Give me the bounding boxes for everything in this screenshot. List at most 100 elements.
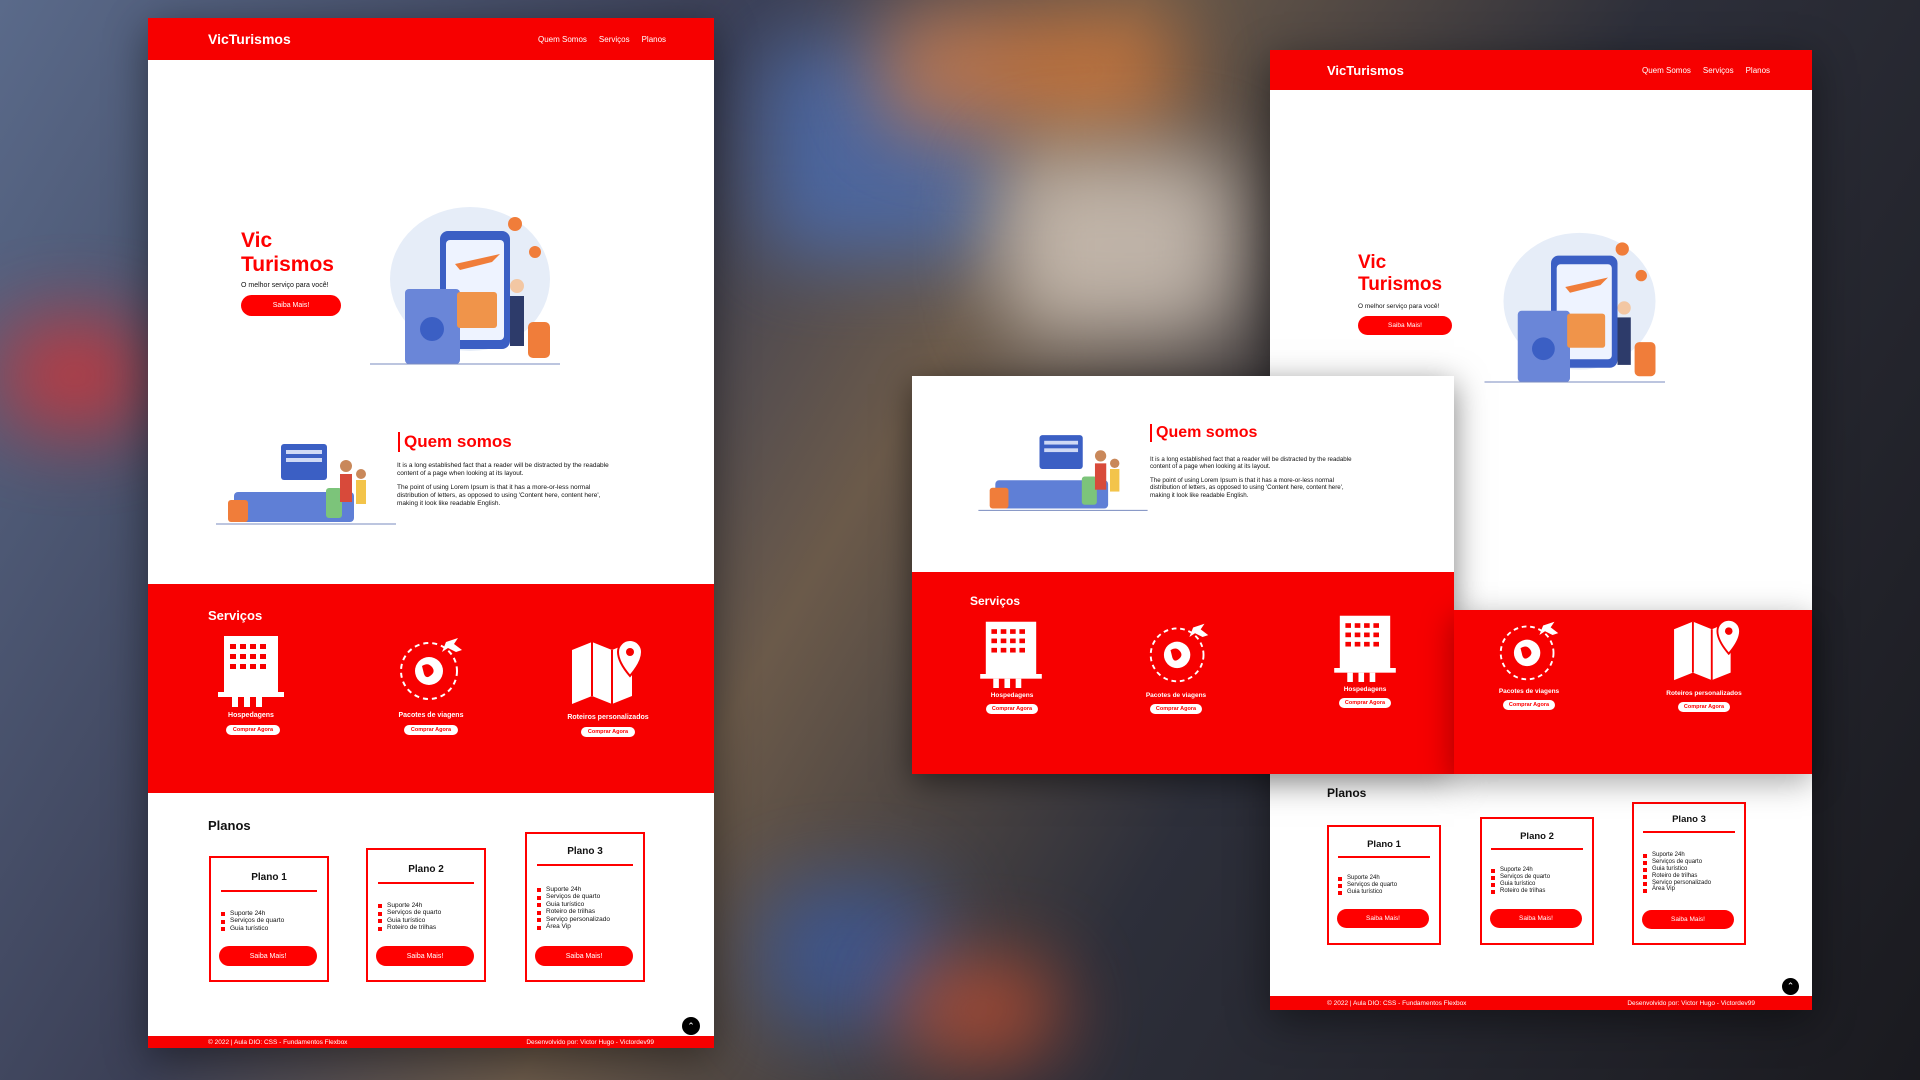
- service-buy-button-hospedagens[interactable]: Comprar Agora: [986, 704, 1038, 714]
- footer: © 2022 | Aula DIO: CSS - Fundamentos Fle…: [1270, 996, 1812, 1010]
- nav-link-planos[interactable]: Planos: [642, 35, 666, 44]
- plan-2-button[interactable]: Saiba Mais!: [1490, 909, 1582, 928]
- plan-2-button[interactable]: Saiba Mais!: [376, 946, 474, 966]
- map-icon: [1674, 618, 1742, 681]
- plan-name: Plano 1: [251, 872, 287, 883]
- plan-feature: Suporte 24h: [378, 902, 441, 909]
- nav-link-servicos[interactable]: Serviços: [599, 35, 630, 44]
- brand-logo[interactable]: VicTurismos: [208, 31, 291, 47]
- service-label-hospedagens: Hospedagens: [990, 692, 1034, 699]
- plan-feature: Área Vip: [1643, 886, 1711, 893]
- nav-link-quem-somos[interactable]: Quem Somos: [538, 35, 587, 44]
- back-to-top-button[interactable]: ⌃: [682, 1017, 700, 1035]
- globe-plane-icon: [1499, 621, 1559, 681]
- plan-features: Suporte 24h Serviços de quarto Guia turí…: [221, 910, 284, 932]
- hotel-icon: [980, 621, 1042, 688]
- globe-plane-icon: [400, 638, 462, 700]
- plan-feature: Roteiro de trilhas: [378, 924, 441, 931]
- plan-card-1: Plano 1 Suporte 24h Serviços de quarto G…: [1327, 825, 1441, 945]
- about-paragraph-1: It is a long established fact that a rea…: [397, 462, 609, 477]
- hotel-icon: [1334, 615, 1396, 682]
- about-paragraph-1: It is a long established fact that a rea…: [1150, 456, 1352, 471]
- footer-credits: Desenvolvido por: Victor Hugo - Victorde…: [526, 1038, 654, 1046]
- travel-illustration: [1484, 232, 1665, 383]
- plan-features: Suporte 24h Serviços de quarto Guia turí…: [1643, 852, 1711, 893]
- hero-subtitle: O melhor serviço para você!: [1358, 303, 1440, 310]
- plan-feature: Guia turístico: [221, 925, 284, 932]
- service-buy-button-pacotes[interactable]: Comprar Agora: [1150, 704, 1202, 714]
- travel-illustration: [370, 207, 560, 365]
- service-label-hospedagens: Hospedagens: [1343, 686, 1387, 693]
- plan-name: Plano 1: [1367, 839, 1401, 850]
- plan-name: Plano 3: [567, 846, 603, 857]
- plan-feature: Serviços de quarto: [537, 893, 610, 900]
- service-label-pacotes: Pacotes de viagens: [398, 712, 464, 719]
- nav-link-quem-somos[interactable]: Quem Somos: [1642, 66, 1691, 75]
- plan-feature: Serviços de quarto: [378, 909, 441, 916]
- plan-name: Plano 2: [408, 864, 444, 875]
- plan-1-button[interactable]: Saiba Mais!: [1337, 909, 1429, 928]
- service-buy-button-roteiros[interactable]: Comprar Agora: [1678, 702, 1730, 712]
- plan-features: Suporte 24h Serviços de quarto Guia turí…: [1491, 867, 1550, 895]
- footer-copyright: © 2022 | Aula DIO: CSS - Fundamentos Fle…: [208, 1038, 348, 1046]
- navbar: VicTurismos Quem Somos Serviços Planos: [148, 18, 714, 60]
- plan-3-button[interactable]: Saiba Mais!: [1642, 910, 1734, 929]
- nav-link-planos[interactable]: Planos: [1746, 66, 1770, 75]
- plan-1-button[interactable]: Saiba Mais!: [219, 946, 317, 966]
- plan-features: Suporte 24h Serviços de quarto Guia turí…: [378, 902, 441, 932]
- footer-copyright: © 2022 | Aula DIO: CSS - Fundamentos Fle…: [1327, 999, 1467, 1007]
- navbar: VicTurismos Quem Somos Serviços Planos: [1270, 50, 1812, 90]
- hero-cta-button[interactable]: Saiba Mais!: [241, 295, 341, 316]
- services-title: Serviços: [208, 608, 263, 623]
- plan-name: Plano 2: [1520, 831, 1554, 842]
- plans-title: Planos: [1327, 786, 1367, 800]
- plan-feature: Guia turístico: [1643, 866, 1711, 873]
- plan-card-3: Plano 3 Suporte 24h Serviços de quarto G…: [525, 832, 645, 982]
- hero-cta-button[interactable]: Saiba Mais!: [1358, 316, 1452, 335]
- brand-logo[interactable]: VicTurismos: [1327, 63, 1404, 78]
- plan-card-3: Plano 3 Suporte 24h Serviços de quarto G…: [1632, 802, 1746, 945]
- plan-feature: Suporte 24h: [221, 910, 284, 917]
- service-buy-button-pacotes[interactable]: Comprar Agora: [404, 725, 458, 735]
- back-to-top-button[interactable]: ⌃: [1782, 978, 1799, 995]
- hero-subtitle: O melhor serviço para você!: [241, 282, 329, 289]
- about-paragraph-2: The point of using Lorem Ipsum is that i…: [1150, 477, 1344, 499]
- about-paragraph-2: The point of using Lorem Ipsum is that i…: [397, 484, 601, 507]
- service-label-pacotes: Pacotes de viagens: [1145, 692, 1207, 699]
- footer-credits: Desenvolvido por: Victor Hugo - Victorde…: [1627, 999, 1755, 1007]
- plan-feature: Roteiro de trilhas: [1491, 888, 1550, 895]
- plan-feature: Suporte 24h: [1643, 852, 1711, 859]
- service-buy-button-pacotes[interactable]: Comprar Agora: [1503, 700, 1555, 710]
- service-label-roteiros: Roteiros personalizados: [1666, 690, 1742, 697]
- services-section: Serviços Hospedagens Comprar Agora Pacot…: [148, 584, 714, 793]
- hero-title: Vic Turismos: [1358, 252, 1443, 295]
- service-buy-button-hospedagens[interactable]: Comprar Agora: [226, 725, 280, 735]
- about-illustration: [216, 444, 396, 525]
- plan-3-button[interactable]: Saiba Mais!: [535, 946, 633, 966]
- plan-feature: Suporte 24h: [1338, 875, 1397, 882]
- services-section: Serviços Hospedagens Comprar Agora Pacot…: [912, 572, 1454, 774]
- services-title: Serviços: [970, 594, 1021, 608]
- plan-feature: Suporte 24h: [1491, 867, 1550, 874]
- nav-links: Quem Somos Serviços Planos: [538, 35, 666, 44]
- service-label-hospedagens: Hospedagens: [228, 712, 274, 719]
- about-title: Quem somos: [398, 432, 512, 452]
- service-buy-button-hospedagens[interactable]: Comprar Agora: [1339, 698, 1391, 708]
- plan-feature: Serviços de quarto: [1338, 882, 1397, 889]
- about-illustration: [978, 435, 1148, 511]
- plan-feature: Roteiro de trilhas: [1643, 873, 1711, 880]
- nav-link-servicos[interactable]: Serviços: [1703, 66, 1734, 75]
- hero-title: Vic Turismos: [241, 229, 334, 277]
- plan-card-1: Plano 1 Suporte 24h Serviços de quarto G…: [209, 856, 329, 982]
- globe-plane-icon: [1149, 623, 1209, 683]
- about-title: Quem somos: [1150, 424, 1257, 442]
- service-buy-button-roteiros[interactable]: Comprar Agora: [581, 727, 635, 737]
- service-label-pacotes: Pacotes de viagens: [1498, 688, 1560, 695]
- plan-card-2: Plano 2 Suporte 24h Serviços de quarto G…: [366, 848, 486, 982]
- plan-card-2: Plano 2 Suporte 24h Serviços de quarto G…: [1480, 817, 1594, 945]
- plan-feature: Guia turístico: [1338, 889, 1397, 896]
- services-section-continued: Pacotes de viagens Comprar Agora Roteiro…: [1454, 610, 1812, 774]
- plan-features: Suporte 24h Serviços de quarto Guia turí…: [537, 886, 610, 931]
- plan-feature: Área Vip: [537, 923, 610, 930]
- plan-feature: Serviços de quarto: [1491, 874, 1550, 881]
